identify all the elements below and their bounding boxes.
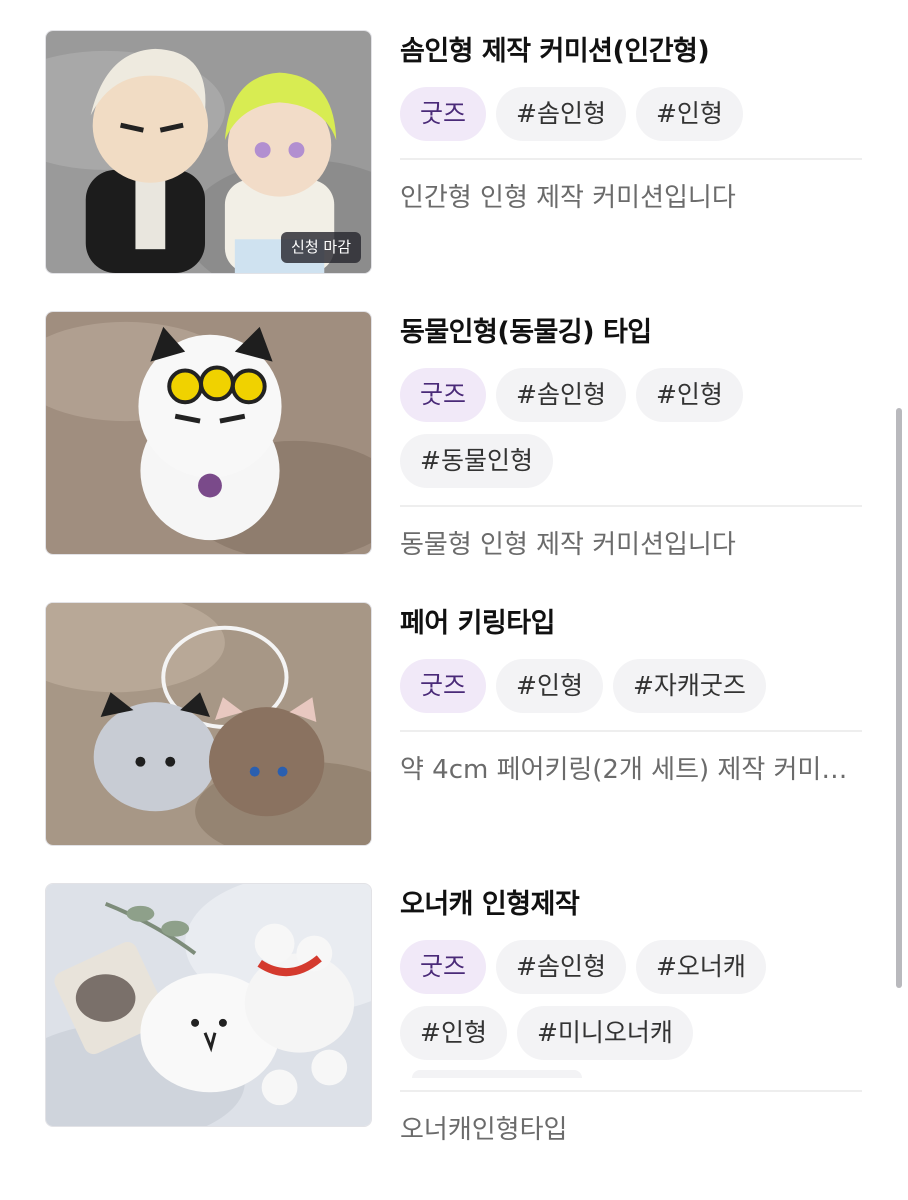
card-info: 솜인형 제작 커미션(인간형) 굿즈 #솜인형 #인형 인간형 인형 제작 커미… xyxy=(400,36,862,216)
tag-list: 굿즈 #솜인형 #오너캐 #인형 #미니오너캐 xyxy=(400,940,862,1060)
plush-photo-keyring xyxy=(46,603,371,845)
card-info: 동물인형(동물깅) 타입 굿즈 #솜인형 #인형 #동물인형 동물형 인형 제작… xyxy=(400,317,862,563)
hashtag[interactable]: #인형 xyxy=(635,368,743,422)
card-description: 약 4cm 페어키링(2개 세트) 제작 커미션입니다 xyxy=(400,755,862,785)
card-description: 동물형 인형 제작 커미션입니다 xyxy=(400,530,736,560)
status-badge: 신청 마감 xyxy=(281,232,361,263)
category-tag[interactable]: 굿즈 xyxy=(400,368,487,422)
product-thumbnail[interactable] xyxy=(45,311,372,555)
divider xyxy=(400,505,862,507)
hashtag[interactable]: #인형 xyxy=(496,659,603,713)
card-title[interactable]: 페어 키링타입 xyxy=(400,608,862,642)
commission-list: 신청 마감 솜인형 제작 커미션(인간형) 굿즈 #솜인형 #인형 인간형 인형… xyxy=(0,0,908,1200)
plush-photo-mascot xyxy=(46,884,371,1126)
hashtag[interactable]: #미니오너캐 xyxy=(516,1006,693,1060)
category-tag[interactable]: 굿즈 xyxy=(400,659,487,713)
hashtag[interactable]: #자캐굿즈 xyxy=(612,659,766,713)
product-thumbnail[interactable]: 신청 마감 xyxy=(45,30,372,274)
card-description: 오너캐인형타입 xyxy=(400,1115,568,1145)
hashtag[interactable]: #솜인형 xyxy=(496,940,626,994)
hashtag[interactable]: #인형 xyxy=(635,87,743,141)
divider xyxy=(400,1090,862,1092)
card-title[interactable]: 오너캐 인형제작 xyxy=(400,889,862,923)
tag-list: 굿즈 #솜인형 #인형 #동물인형 xyxy=(400,368,862,488)
tag-list: 굿즈 #솜인형 #인형 xyxy=(400,87,862,141)
card-description: 인간형 인형 제작 커미션입니다 xyxy=(400,183,736,213)
divider xyxy=(400,730,862,732)
card-info: 페어 키링타입 굿즈 #인형 #자캐굿즈 약 4cm 페어키링(2개 세트) 제… xyxy=(400,608,862,788)
hashtag[interactable]: #인형 xyxy=(400,1006,507,1060)
category-tag[interactable]: 굿즈 xyxy=(400,87,487,141)
hashtag[interactable]: #오너캐 xyxy=(635,940,766,994)
hashtag[interactable]: #동물인형 xyxy=(400,434,553,488)
overflow-tag-edge xyxy=(412,1070,582,1078)
hashtag[interactable]: #솜인형 xyxy=(496,87,626,141)
category-tag[interactable]: 굿즈 xyxy=(400,940,487,994)
product-thumbnail[interactable] xyxy=(45,883,372,1127)
plush-photo-animal xyxy=(46,312,371,554)
card-info: 오너캐 인형제작 굿즈 #솜인형 #오너캐 #인형 #미니오너캐 오너캐인형타입 xyxy=(400,889,862,1148)
card-title[interactable]: 동물인형(동물깅) 타입 xyxy=(400,317,862,351)
tag-list: 굿즈 #인형 #자캐굿즈 xyxy=(400,659,862,713)
product-thumbnail[interactable] xyxy=(45,602,372,846)
card-title[interactable]: 솜인형 제작 커미션(인간형) xyxy=(400,36,862,70)
divider xyxy=(400,158,862,160)
hashtag[interactable]: #솜인형 xyxy=(496,368,626,422)
scrollbar[interactable] xyxy=(896,408,902,988)
